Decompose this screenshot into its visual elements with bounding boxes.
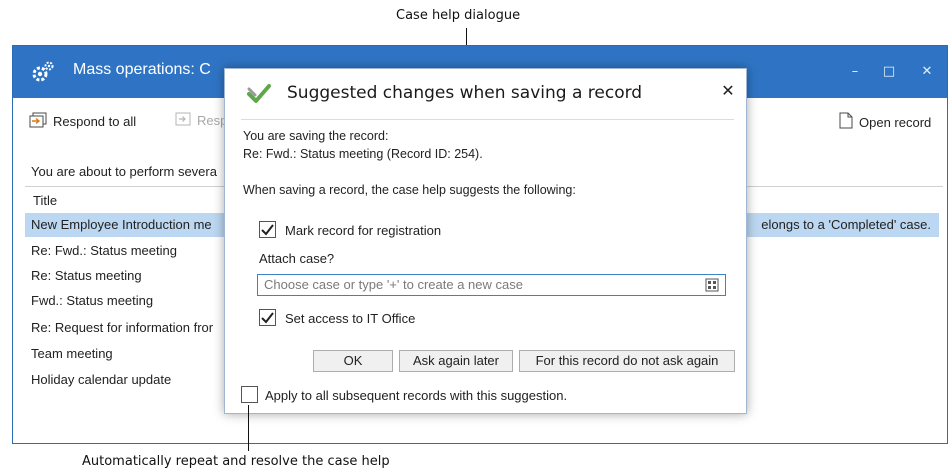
callout-repeat-resolve: Automatically repeat and resolve the cas… xyxy=(82,454,390,469)
respond-to-all-label: Respond to all xyxy=(53,114,137,129)
open-record-button[interactable]: Open record xyxy=(839,112,931,132)
row-title: Re: Status meeting xyxy=(31,268,142,283)
row-title: Re: Request for information fror xyxy=(31,320,214,335)
maximize-button[interactable]: □ xyxy=(879,62,899,82)
mark-registration-checkbox[interactable] xyxy=(259,221,276,238)
apply-to-all-label: Apply to all subsequent records with thi… xyxy=(265,388,568,403)
saving-record-name: Re: Fwd.: Status meeting (Record ID: 254… xyxy=(243,147,483,161)
respond-all-icon xyxy=(29,112,53,131)
respond-label: Resp xyxy=(197,113,228,128)
gears-icon xyxy=(31,60,55,84)
checkmark-icon xyxy=(247,83,271,109)
case-search-input[interactable]: Choose case or type '+' to create a new … xyxy=(257,274,726,296)
close-window-button[interactable]: ✕ xyxy=(917,62,937,82)
respond-icon xyxy=(175,112,197,129)
document-icon xyxy=(839,112,859,132)
set-access-checkbox[interactable] xyxy=(259,309,276,326)
row-title: Holiday calendar update xyxy=(31,372,172,387)
saving-record-label: You are saving the record: xyxy=(243,129,389,143)
respond-to-all-button[interactable]: Respond to all xyxy=(29,112,136,131)
row-status-text: elongs to a 'Completed' case. xyxy=(761,217,931,232)
set-access-label: Set access to IT Office xyxy=(285,311,416,326)
window-title: Mass operations: C xyxy=(73,61,211,78)
ok-button[interactable]: OK xyxy=(313,350,393,372)
open-record-label: Open record xyxy=(859,114,932,130)
intro-text: You are about to perform severa xyxy=(31,164,217,179)
callout-line-bottom xyxy=(248,405,249,451)
apply-to-all-checkbox[interactable] xyxy=(241,386,258,403)
case-help-dialog: Suggested changes when saving a record ✕… xyxy=(224,68,747,414)
row-title: Re: Fwd.: Status meeting xyxy=(31,243,177,258)
ask-again-later-button[interactable]: Ask again later xyxy=(399,350,513,372)
row-title: New Employee Introduction me xyxy=(31,217,212,232)
dialog-title: Suggested changes when saving a record xyxy=(287,83,643,103)
row-title: Fwd.: Status meeting xyxy=(31,293,154,308)
checkbox-check-icon xyxy=(261,224,274,236)
suggestion-intro: When saving a record, the case help sugg… xyxy=(243,183,576,197)
dialog-close-button[interactable]: ✕ xyxy=(719,81,737,100)
mark-registration-label: Mark record for registration xyxy=(285,223,442,238)
row-title: Team meeting xyxy=(31,346,113,361)
dialog-title-divider xyxy=(241,119,734,120)
attach-case-label: Attach case? xyxy=(259,251,335,266)
case-input-placeholder: Choose case or type '+' to create a new … xyxy=(264,277,523,292)
respond-button[interactable]: Resp xyxy=(175,112,227,129)
checkbox-check-icon xyxy=(261,312,274,324)
case-picker-icon[interactable] xyxy=(705,278,719,298)
do-not-ask-again-button[interactable]: For this record do not ask again xyxy=(519,350,735,372)
column-header-title[interactable]: Title xyxy=(33,193,57,208)
minimize-button[interactable]: – xyxy=(845,62,865,82)
callout-case-help-dialogue: Case help dialogue xyxy=(396,8,521,23)
